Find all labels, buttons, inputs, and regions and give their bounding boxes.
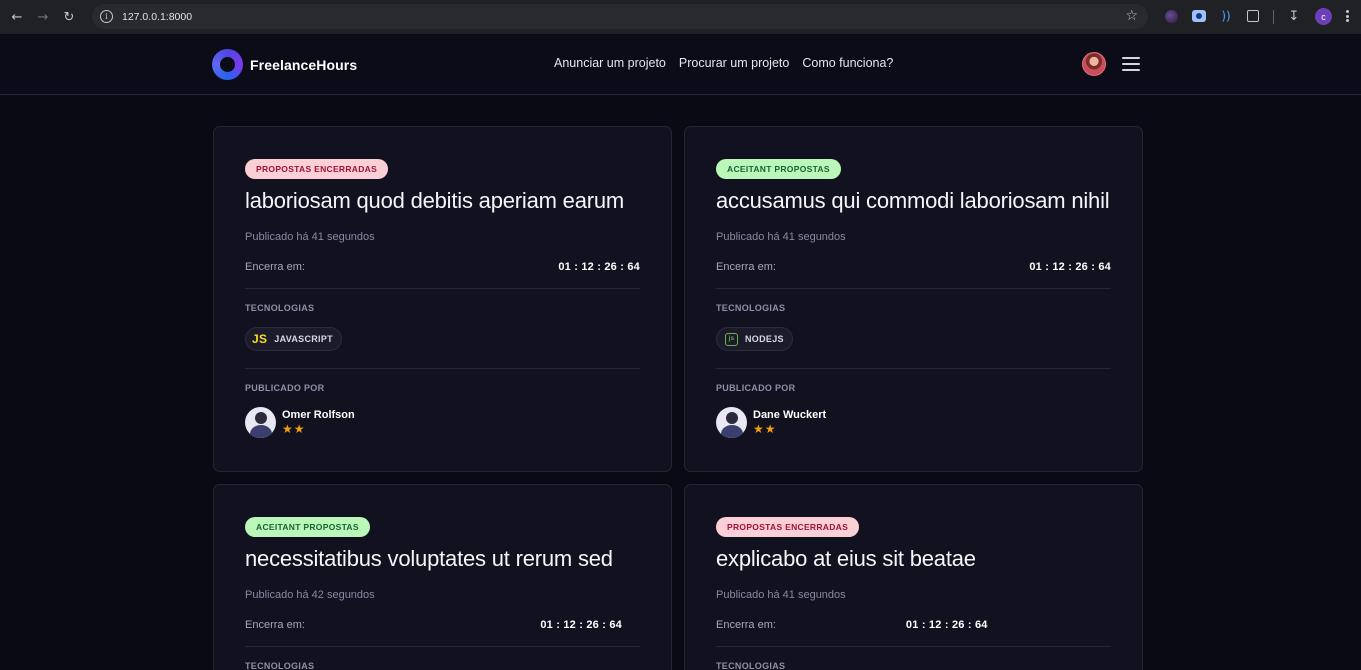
status-badge: ACEITANT PROPOSTAS <box>716 159 841 179</box>
technologies-label: TECNOLOGIAS <box>716 303 786 313</box>
published-by-label: PUBLICADO POR <box>245 383 325 393</box>
project-card[interactable]: ACEITANT PROPOSTAS accusamus qui commodi… <box>684 126 1143 472</box>
brand-logo[interactable]: FreelanceHours <box>212 49 357 80</box>
wireless-extension-icon[interactable]: )) <box>1218 8 1234 24</box>
technologies-label: TECNOLOGIAS <box>245 303 315 313</box>
tech-tag[interactable]: JS JAVASCRIPT <box>245 327 342 351</box>
toolbar-separator <box>1273 10 1274 24</box>
author-info: Omer Rolfson ★★ <box>282 409 355 436</box>
countdown-timer: 01 : 12 : 26 : 64 <box>540 619 622 631</box>
forward-icon[interactable]: → <box>30 4 56 30</box>
author[interactable]: Omer Rolfson ★★ <box>245 407 640 438</box>
technologies-label: TECNOLOGIAS <box>245 661 315 670</box>
author-name: Omer Rolfson <box>282 409 355 421</box>
project-card[interactable]: PROPOSTAS ENCERRADAS laboriosam quod deb… <box>213 126 672 472</box>
site-info-icon[interactable]: i <box>100 10 113 23</box>
nodejs-icon: js <box>725 332 738 346</box>
author-avatar <box>716 407 747 438</box>
download-icon[interactable]: ↧ <box>1286 8 1302 24</box>
project-title[interactable]: accusamus qui commodi laboriosam nihil <box>716 188 1111 214</box>
status-badge: PROPOSTAS ENCERRADAS <box>245 159 389 179</box>
divider <box>716 368 1111 369</box>
main-nav: Anunciar um projeto Procurar um projeto … <box>554 56 906 70</box>
javascript-icon: JS <box>252 332 268 346</box>
user-avatar[interactable] <box>1082 52 1106 76</box>
ends-row: Encerra em: 01 : 12 : 26 : 64 <box>245 261 640 273</box>
hamburger-menu-icon[interactable] <box>1122 57 1140 71</box>
author-info: Dane Wuckert ★★ <box>753 409 826 436</box>
screen-capture-extension-icon[interactable] <box>1191 8 1207 24</box>
bookmark-star-icon[interactable]: ☆ <box>1125 8 1138 24</box>
reload-icon[interactable]: ↻ <box>56 4 82 30</box>
extensions-puzzle-icon[interactable] <box>1245 8 1261 24</box>
author-avatar <box>245 407 276 438</box>
status-badge: ACEITANT PROPOSTAS <box>245 517 370 537</box>
tech-name: JAVASCRIPT <box>274 334 333 344</box>
ends-label: Encerra em: <box>716 619 776 631</box>
profile-avatar[interactable]: c <box>1315 8 1332 25</box>
site-header: FreelanceHours Anunciar um projeto Procu… <box>0 35 1361 95</box>
status-badge: PROPOSTAS ENCERRADAS <box>716 517 860 537</box>
published-by-label: PUBLICADO POR <box>716 383 796 393</box>
published-time: Publicado há 41 segundos <box>245 231 375 243</box>
nav-link-find-project[interactable]: Procurar um projeto <box>679 56 789 70</box>
brand-name: FreelanceHours <box>250 56 358 73</box>
divider <box>245 368 640 369</box>
tech-tag[interactable]: js NODEJS <box>716 327 793 351</box>
published-time: Publicado há 41 segundos <box>716 231 846 243</box>
divider <box>716 288 1111 289</box>
countdown-timer: 01 : 12 : 26 : 64 <box>1029 261 1111 273</box>
project-card[interactable]: PROPOSTAS ENCERRADAS explicabo at eius s… <box>684 484 1143 670</box>
countdown-timer: 01 : 12 : 26 : 64 <box>905 619 988 631</box>
extension-icon[interactable] <box>1163 8 1179 24</box>
author[interactable]: Dane Wuckert ★★ <box>716 407 1111 438</box>
published-time: Publicado há 42 segundos <box>245 589 375 601</box>
divider <box>245 288 640 289</box>
ends-label: Encerra em: <box>245 619 305 631</box>
project-title[interactable]: necessitatibus voluptates ut rerum sed <box>245 546 640 572</box>
ends-label: Encerra em: <box>716 261 776 273</box>
address-bar[interactable]: i 127.0.0.1:8000 ☆ <box>92 4 1148 29</box>
project-card[interactable]: ACEITANT PROPOSTAS necessitatibus volupt… <box>213 484 672 670</box>
logo-icon <box>212 49 243 80</box>
author-name: Dane Wuckert <box>753 409 827 421</box>
rating-stars-icon: ★★ <box>282 422 306 436</box>
technologies-label: TECNOLOGIAS <box>716 661 786 670</box>
address-url[interactable]: 127.0.0.1:8000 <box>122 11 192 23</box>
project-title[interactable]: explicabo at eius sit beatae <box>716 546 1111 572</box>
divider <box>716 646 1111 647</box>
tech-name: NODEJS <box>745 334 784 344</box>
divider <box>245 646 640 647</box>
published-time: Publicado há 41 segundos <box>716 589 846 601</box>
ends-row: Encerra em: 01 : 12 : 26 : 64 <box>716 619 1111 631</box>
ends-row: Encerra em: 01 : 12 : 26 : 64 <box>716 261 1111 273</box>
nav-link-how-it-works[interactable]: Como funciona? <box>802 56 893 70</box>
countdown-timer: 01 : 12 : 26 : 64 <box>558 261 640 273</box>
ends-row: Encerra em: 01 : 12 : 26 : 64 <box>245 619 640 631</box>
project-title[interactable]: laboriosam quod debitis aperiam earum <box>245 188 640 214</box>
rating-stars-icon: ★★ <box>753 422 777 436</box>
browser-menu-icon[interactable] <box>1340 8 1354 24</box>
back-icon[interactable]: ← <box>4 4 30 30</box>
browser-toolbar: ← → ↻ i 127.0.0.1:8000 ☆ )) ↧ c <box>0 0 1361 34</box>
ends-label: Encerra em: <box>245 261 305 273</box>
nav-link-announce-project[interactable]: Anunciar um projeto <box>554 56 666 70</box>
